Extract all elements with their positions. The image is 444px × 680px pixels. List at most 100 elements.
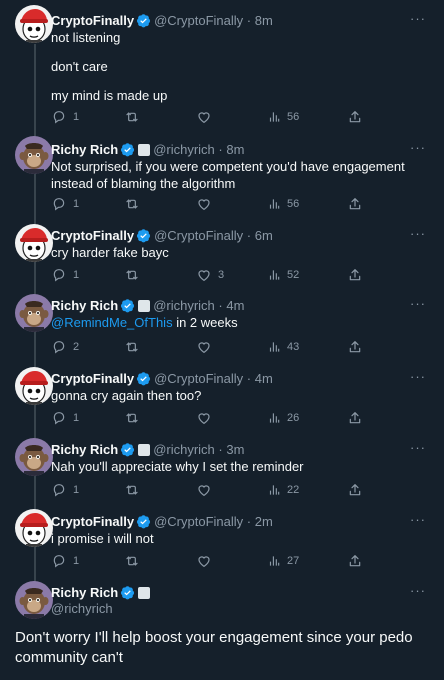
display-name[interactable]: Richy Rich — [51, 142, 118, 157]
timestamp[interactable]: 8m — [226, 142, 244, 157]
timestamp[interactable]: 6m — [255, 228, 273, 243]
handle[interactable]: @CryptoFinally — [154, 371, 243, 386]
tweet-header: Richy Rich @richyrich · 3m — [51, 442, 244, 458]
handle[interactable]: @CryptoFinally — [154, 514, 243, 529]
more-options-icon[interactable]: ··· — [410, 583, 426, 598]
share-button[interactable] — [347, 410, 363, 426]
verified-badge-icon — [136, 371, 151, 386]
like-icon — [196, 109, 212, 125]
timestamp[interactable]: 4m — [255, 371, 273, 386]
like-button[interactable] — [196, 339, 218, 355]
views-icon — [267, 554, 281, 568]
retweet-button[interactable] — [124, 482, 146, 498]
retweet-button[interactable] — [124, 339, 146, 355]
timestamp[interactable]: 2m — [255, 514, 273, 529]
like-button[interactable] — [196, 553, 218, 569]
retweet-button[interactable] — [124, 267, 146, 283]
share-button[interactable] — [347, 482, 363, 498]
retweet-button[interactable] — [124, 196, 146, 212]
reply-button[interactable]: 1 — [51, 109, 79, 125]
reply-icon — [51, 339, 67, 355]
like-button[interactable] — [196, 482, 218, 498]
views-button[interactable]: 43 — [267, 339, 299, 355]
share-button[interactable] — [347, 553, 363, 569]
views-icon — [267, 411, 281, 425]
handle[interactable]: @CryptoFinally — [154, 228, 243, 243]
share-icon — [347, 410, 363, 426]
avatar[interactable] — [15, 294, 53, 332]
more-options-icon[interactable]: ··· — [410, 226, 426, 241]
like-icon — [196, 482, 212, 498]
avatar[interactable] — [15, 509, 53, 547]
views-button[interactable]: 56 — [267, 196, 299, 212]
share-button[interactable] — [347, 339, 363, 355]
tweet-header: Richy Rich @richyrich · 8m — [51, 142, 244, 158]
mention-link[interactable]: @RemindMe_OfThis — [51, 315, 173, 330]
retweet-button[interactable] — [124, 553, 146, 569]
tweet-header: CryptoFinally @CryptoFinally · 4m — [51, 371, 273, 387]
action-bar: 1 56 — [51, 196, 371, 212]
like-button[interactable]: 3 — [196, 267, 224, 283]
action-bar: 1 27 — [51, 553, 371, 569]
more-options-icon[interactable]: ··· — [410, 11, 426, 26]
views-button[interactable]: 52 — [267, 267, 299, 283]
avatar[interactable] — [15, 581, 53, 619]
display-name[interactable]: Richy Rich — [51, 442, 118, 457]
reply-button[interactable]: 1 — [51, 553, 79, 569]
reply-icon — [51, 410, 67, 426]
separator: · — [218, 298, 223, 313]
views-button[interactable]: 56 — [267, 109, 299, 125]
views-button[interactable]: 26 — [267, 410, 299, 426]
avatar[interactable] — [15, 136, 53, 174]
views-button[interactable]: 22 — [267, 482, 299, 498]
more-options-icon[interactable]: ··· — [410, 440, 426, 455]
retweet-button[interactable] — [124, 410, 146, 426]
share-button[interactable] — [347, 196, 363, 212]
timestamp[interactable]: 8m — [255, 13, 273, 28]
timestamp[interactable]: 3m — [226, 442, 244, 457]
reply-button[interactable]: 1 — [51, 267, 79, 283]
reply-count: 1 — [73, 198, 80, 210]
display-name[interactable]: CryptoFinally — [51, 13, 134, 28]
retweet-button[interactable] — [124, 109, 146, 125]
display-name[interactable]: Richy Rich — [51, 298, 118, 313]
view-count: 52 — [287, 269, 300, 281]
reply-button[interactable]: 2 — [51, 339, 79, 355]
more-options-icon[interactable]: ··· — [410, 512, 426, 527]
handle[interactable]: @richyrich — [153, 442, 215, 457]
retweet-icon — [124, 339, 140, 355]
action-bar: 2 43 — [51, 339, 371, 355]
views-icon — [267, 340, 281, 354]
views-icon — [267, 197, 281, 211]
avatar[interactable] — [15, 438, 53, 476]
handle[interactable]: @richyrich — [51, 601, 153, 617]
tweet-text: Not surprised, if you were competent you… — [51, 159, 405, 191]
avatar[interactable] — [15, 367, 53, 405]
views-icon — [267, 483, 281, 497]
avatar[interactable] — [15, 5, 53, 43]
more-options-icon[interactable]: ··· — [410, 296, 426, 311]
display-name[interactable]: CryptoFinally — [51, 228, 134, 243]
share-button[interactable] — [347, 267, 363, 283]
reply-button[interactable]: 1 — [51, 482, 79, 498]
reply-button[interactable]: 1 — [51, 196, 79, 212]
timestamp[interactable]: 4m — [226, 298, 244, 313]
share-button[interactable] — [347, 109, 363, 125]
thread-line — [34, 330, 36, 370]
thread-line — [34, 545, 36, 585]
views-button[interactable]: 27 — [267, 553, 299, 569]
reply-button[interactable]: 1 — [51, 410, 79, 426]
more-options-icon[interactable]: ··· — [410, 140, 426, 155]
handle[interactable]: @richyrich — [153, 298, 215, 313]
like-button[interactable] — [196, 109, 218, 125]
verified-badge-icon — [136, 228, 151, 243]
like-button[interactable] — [196, 196, 218, 212]
more-options-icon[interactable]: ··· — [410, 369, 426, 384]
like-button[interactable] — [196, 410, 218, 426]
avatar[interactable] — [15, 224, 53, 262]
display-name[interactable]: CryptoFinally — [51, 371, 134, 386]
handle[interactable]: @richyrich — [153, 142, 215, 157]
display-name[interactable]: CryptoFinally — [51, 514, 134, 529]
display-name[interactable]: Richy Rich — [51, 585, 118, 600]
handle[interactable]: @CryptoFinally — [154, 13, 243, 28]
